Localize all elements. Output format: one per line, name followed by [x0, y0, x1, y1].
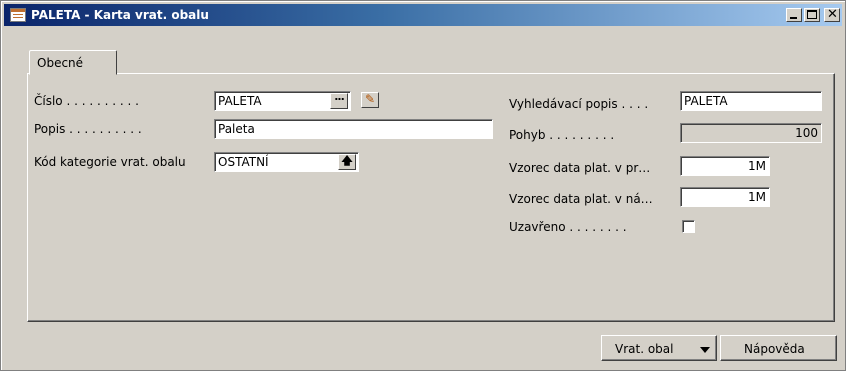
window-title: PALETA - Karta vrat. obalu	[31, 8, 209, 22]
napoveda-button[interactable]: Nápověda	[720, 335, 837, 361]
tab-obecne[interactable]: Obecné	[29, 50, 117, 75]
kod-kategorie-label: Kód kategorie vrat. obalu	[34, 155, 186, 169]
vrat-obal-menu-button[interactable]: Vrat. obal	[601, 335, 717, 361]
vrat-obal-label: Vrat. obal	[615, 342, 674, 356]
edit-button[interactable]: ✎	[361, 92, 379, 108]
napoveda-label: Nápověda	[744, 342, 805, 356]
maximize-button[interactable]	[804, 8, 820, 22]
cislo-lookup-button[interactable]: ...	[330, 90, 348, 109]
close-icon: ✕	[827, 7, 838, 22]
pohyb-field: 100	[680, 123, 822, 143]
ellipsis-icon: ...	[334, 90, 345, 103]
uzavreno-label: Uzavřeno . . . . . . . .	[509, 220, 627, 234]
vyhledavaci-popis-field[interactable]: PALETA	[680, 91, 822, 111]
card-window: PALETA - Karta vrat. obalu ✕ Obecné Čísl…	[0, 0, 846, 371]
card-form-icon	[10, 8, 26, 22]
tab-label: Obecné	[37, 56, 84, 70]
cislo-label: Číslo . . . . . . . . . .	[34, 94, 139, 108]
minimize-button[interactable]	[786, 8, 802, 22]
close-button[interactable]: ✕	[824, 7, 840, 22]
popis-field[interactable]: Paleta	[214, 119, 493, 139]
title-bar[interactable]: PALETA - Karta vrat. obalu ✕	[4, 4, 842, 26]
uzavreno-checkbox[interactable]	[682, 220, 695, 233]
pohyb-label: Pohyb . . . . . . . . .	[509, 128, 615, 142]
maximize-icon	[807, 10, 817, 19]
minimize-icon	[790, 17, 797, 19]
popis-label: Popis . . . . . . . . . .	[34, 122, 142, 136]
vzorec-na-field[interactable]: 1M	[680, 187, 770, 207]
vzorec-pr-label: Vzorec data plat. v pr…	[509, 161, 651, 175]
pencil-icon: ✎	[364, 92, 376, 106]
arrow-up-icon: 🡅	[341, 154, 353, 167]
vyhledavaci-popis-label: Vyhledávací popis . . . .	[509, 97, 649, 111]
kod-kategorie-lookup-button[interactable]: 🡅	[338, 154, 356, 170]
chevron-down-icon	[700, 347, 710, 353]
vzorec-pr-field[interactable]: 1M	[680, 156, 770, 176]
vzorec-na-label: Vzorec data plat. v ná…	[509, 192, 653, 206]
